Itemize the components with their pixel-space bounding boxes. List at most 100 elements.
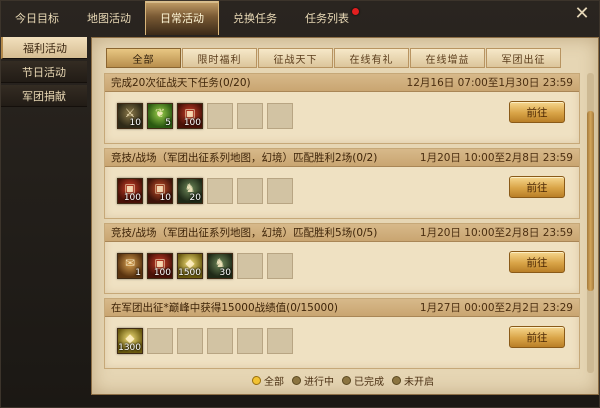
task-title: 竞技/战场（军团出征系列地图，幻境）匹配胜利2场(0/2) [111, 152, 378, 164]
task-header: 完成20次征战天下任务(0/20) 12月16日 07:00至1月30日 23:5… [105, 74, 579, 92]
reward-slot[interactable]: ⚔ 10 [117, 103, 143, 129]
task-title: 完成20次征战天下任务(0/20) [111, 77, 251, 89]
legend-item-1[interactable]: 进行中 [292, 373, 334, 388]
legend-label: 进行中 [304, 376, 334, 388]
empty-reward-slot [207, 178, 233, 204]
main-panel: 全部 限时福利 征战天下 在线有礼 在线增益 军团出征 完成20次征战天下任务(0/20)… [91, 37, 599, 395]
reward-slots: ✉ 1 ▣ 100 ◆ 1500 ♞ 30 [117, 253, 297, 279]
filter-tab-4[interactable]: 在线增益 [410, 48, 485, 68]
filter-tab-bar: 全部 限时福利 征战天下 在线有礼 在线增益 军团出征 [106, 48, 562, 68]
task-row: 竞技/战场（军团出征系列地图，幻境）匹配胜利2场(0/2) 1月20日 10:00… [104, 148, 580, 219]
empty-reward-slot [237, 328, 263, 354]
top-tab-4[interactable]: 任务列表 [291, 1, 363, 35]
reward-count: 100 [153, 268, 171, 278]
reward-count: 1300 [118, 343, 141, 353]
radio-dot-icon [392, 375, 401, 385]
task-time: 12月16日 07:00至1月30日 23:59 [406, 77, 573, 89]
empty-reward-slot [207, 328, 233, 354]
top-tab-label: 日常活动 [160, 12, 204, 25]
empty-reward-slot [267, 253, 293, 279]
task-header: 在军团出征*巅峰中获得15000战绩值(0/15000) 1月27日 00:00至… [105, 299, 579, 317]
empty-reward-slot [207, 103, 233, 129]
task-header: 竞技/战场（军团出征系列地图，幻境）匹配胜利2场(0/2) 1月20日 10:00… [105, 149, 579, 167]
go-button[interactable]: 前往 [509, 326, 565, 348]
legend-item-2[interactable]: 已完成 [342, 373, 384, 388]
reward-slot[interactable]: ♞ 30 [207, 253, 233, 279]
reward-slot[interactable]: ▣ 10 [147, 178, 173, 204]
reward-count: 5 [165, 118, 171, 128]
sidebar-item-1[interactable]: 节日活动 [1, 61, 87, 83]
empty-reward-slot [237, 103, 263, 129]
reward-count: 100 [183, 118, 201, 128]
radio-dot-icon [342, 375, 351, 385]
go-button[interactable]: 前往 [509, 251, 565, 273]
legend-item-3[interactable]: 未开启 [392, 373, 434, 388]
filter-tab-3[interactable]: 在线有礼 [334, 48, 409, 68]
filter-tab-1[interactable]: 限时福利 [182, 48, 257, 68]
go-button[interactable]: 前往 [509, 101, 565, 123]
radio-dot-icon [292, 375, 301, 385]
empty-reward-slot [267, 178, 293, 204]
radio-dot-icon [252, 375, 261, 385]
reward-count: 30 [219, 268, 231, 278]
top-tab-label: 兑换任务 [233, 12, 277, 25]
reward-count: 10 [129, 118, 141, 128]
task-time: 1月20日 10:00至2月8日 23:59 [419, 152, 573, 164]
empty-reward-slot [267, 103, 293, 129]
reward-count: 10 [159, 193, 171, 203]
reward-slots: ▣ 100 ▣ 10 ♞ 20 [117, 178, 297, 204]
task-title: 在军团出征*巅峰中获得15000战绩值(0/15000) [111, 302, 338, 314]
reward-slots: ◆ 1300 [117, 328, 297, 354]
reward-slots: ⚔ 10 ❦ 5 ▣ 100 [117, 103, 297, 129]
go-button[interactable]: 前往 [509, 176, 565, 198]
filter-tab-2[interactable]: 征战天下 [258, 48, 333, 68]
reward-count: 100 [123, 193, 141, 203]
legend-label: 全部 [264, 376, 284, 388]
reward-slot[interactable]: ◆ 1500 [177, 253, 203, 279]
top-tab-bar: 今日目标 地图活动 日常活动 兑换任务 任务列表 [1, 1, 561, 35]
scrollbar-thumb[interactable] [587, 111, 594, 291]
empty-reward-slot [267, 328, 293, 354]
scrollbar-track[interactable] [587, 73, 594, 373]
reward-slot[interactable]: ▣ 100 [147, 253, 173, 279]
close-icon[interactable]: ✕ [571, 3, 593, 25]
filter-tab-0[interactable]: 全部 [106, 48, 181, 68]
empty-reward-slot [237, 178, 263, 204]
reward-slot[interactable]: ▣ 100 [117, 178, 143, 204]
task-row: 竞技/战场（军团出征系列地图，幻境）匹配胜利5场(0/5) 1月20日 10:00… [104, 223, 580, 294]
top-tab-1[interactable]: 地图活动 [73, 1, 145, 35]
sidebar-item-0[interactable]: 福利活动 [1, 37, 87, 59]
top-tab-label: 今日目标 [15, 12, 59, 25]
top-tab-3[interactable]: 兑换任务 [219, 1, 291, 35]
task-header: 竞技/战场（军团出征系列地图，幻境）匹配胜利5场(0/5) 1月20日 10:00… [105, 224, 579, 242]
activity-window: 今日目标 地图活动 日常活动 兑换任务 任务列表 ✕ 福利活动 节日活动 军团捐献 全部 限时… [0, 0, 600, 408]
empty-reward-slot [147, 328, 173, 354]
top-tab-label: 地图活动 [87, 12, 131, 25]
task-time: 1月27日 00:00至2月2日 23:29 [419, 302, 573, 314]
task-list: 完成20次征战天下任务(0/20) 12月16日 07:00至1月30日 23:5… [104, 73, 580, 373]
reward-count: 1 [135, 268, 141, 278]
status-legend: 全部 进行中 已完成 未开启 [252, 373, 442, 388]
reward-slot[interactable]: ▣ 100 [177, 103, 203, 129]
reward-slot[interactable]: ♞ 20 [177, 178, 203, 204]
sidebar: 福利活动 节日活动 军团捐献 [1, 37, 87, 109]
filter-tab-5[interactable]: 军团出征 [486, 48, 561, 68]
sidebar-item-2[interactable]: 军团捐献 [1, 85, 87, 107]
task-row: 完成20次征战天下任务(0/20) 12月16日 07:00至1月30日 23:5… [104, 73, 580, 144]
reward-count: 20 [189, 193, 201, 203]
empty-reward-slot [177, 328, 203, 354]
top-tab-2[interactable]: 日常活动 [145, 1, 219, 35]
task-row: 在军团出征*巅峰中获得15000战绩值(0/15000) 1月27日 00:00至… [104, 298, 580, 369]
legend-item-0[interactable]: 全部 [252, 373, 284, 388]
empty-reward-slot [237, 253, 263, 279]
legend-label: 已完成 [354, 376, 384, 388]
top-tab-label: 任务列表 [305, 12, 349, 25]
top-tab-0[interactable]: 今日目标 [1, 1, 73, 35]
reward-count: 1500 [178, 268, 201, 278]
notification-dot [352, 8, 359, 15]
task-time: 1月20日 10:00至2月8日 23:59 [419, 227, 573, 239]
legend-label: 未开启 [404, 376, 434, 388]
reward-slot[interactable]: ◆ 1300 [117, 328, 143, 354]
reward-slot[interactable]: ❦ 5 [147, 103, 173, 129]
reward-slot[interactable]: ✉ 1 [117, 253, 143, 279]
